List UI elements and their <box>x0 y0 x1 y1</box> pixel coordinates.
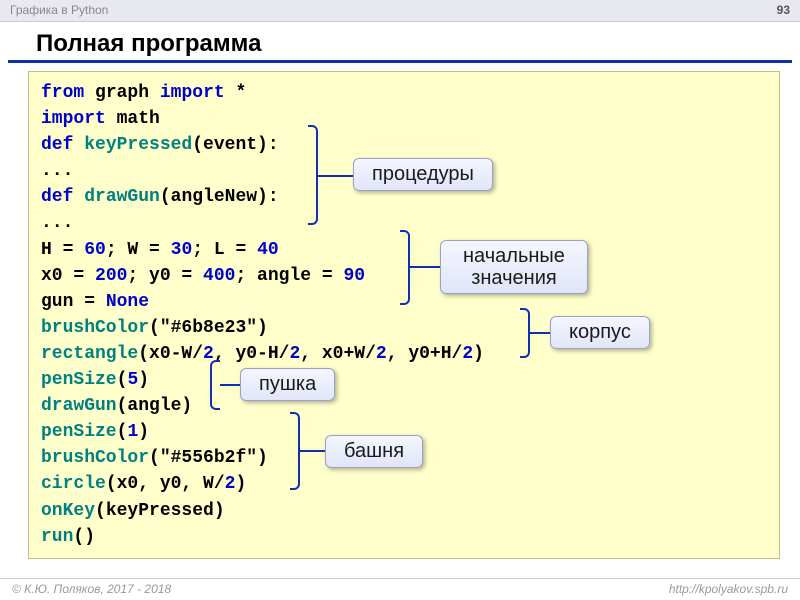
code-line: from graph import * <box>41 80 767 106</box>
page-number: 93 <box>777 3 790 18</box>
code-line: run() <box>41 524 767 550</box>
code-line: penSize(5) <box>41 367 767 393</box>
callout-tower: башня <box>325 435 423 468</box>
callout-gun: пушка <box>240 368 335 401</box>
header-left: Графика в Python <box>10 3 108 18</box>
callout-procedures: процедуры <box>353 158 493 191</box>
bracket-initial <box>400 230 410 305</box>
code-block: from graph import * import math def keyP… <box>28 71 780 559</box>
bracket-body <box>520 308 530 358</box>
code-line: import math <box>41 106 767 132</box>
connector <box>530 332 550 334</box>
code-line: brushColor("#6b8e23") <box>41 315 767 341</box>
footer-left: © К.Ю. Поляков, 2017 - 2018 <box>12 582 171 597</box>
connector <box>410 266 440 268</box>
code-line: def keyPressed(event): <box>41 132 767 158</box>
slide-title: Полная программа <box>8 22 792 63</box>
footer-right: http://kpolyakov.spb.ru <box>669 582 788 597</box>
slide-footer: © К.Ю. Поляков, 2017 - 2018 http://kpoly… <box>0 578 800 600</box>
connector <box>220 384 240 386</box>
callout-body: корпус <box>550 316 650 349</box>
code-line: rectangle(x0-W/2, y0-H/2, x0+W/2, y0+H/2… <box>41 341 767 367</box>
connector <box>318 175 353 177</box>
code-line: circle(x0, y0, W/2) <box>41 471 767 497</box>
code-line: drawGun(angle) <box>41 393 767 419</box>
callout-initial: начальные значения <box>440 240 588 294</box>
bracket-tower <box>290 412 300 490</box>
code-line: onKey(keyPressed) <box>41 498 767 524</box>
bracket-procedures <box>308 125 318 225</box>
bracket-gun <box>210 360 220 410</box>
connector <box>300 450 325 452</box>
slide-header: Графика в Python 93 <box>0 0 800 22</box>
